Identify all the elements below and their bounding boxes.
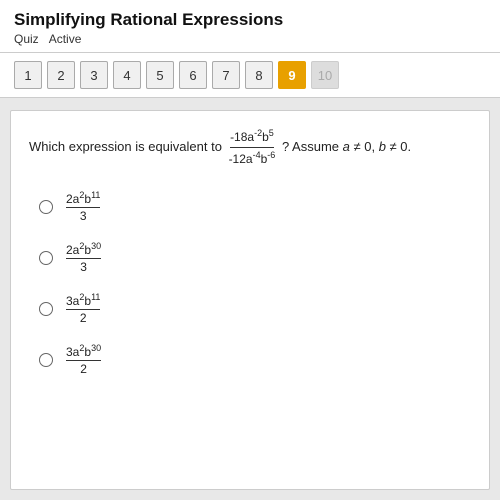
content-area: Which expression is equivalent to -18a-2… <box>10 110 490 490</box>
nav-btn-5[interactable]: 5 <box>146 61 174 89</box>
nav-btn-9[interactable]: 9 <box>278 61 306 89</box>
option-2-content: 2a2b30 3 <box>63 241 104 274</box>
prompt-before: Which expression is equivalent to <box>29 139 222 154</box>
radio-option-1[interactable] <box>39 200 53 214</box>
expression-fraction: -18a-2b5 -12a-4b-6 <box>226 139 282 154</box>
option-row-4: 3a2b30 2 <box>39 343 471 376</box>
option-row-2: 2a2b30 3 <box>39 241 471 274</box>
nav-btn-8[interactable]: 8 <box>245 61 273 89</box>
nav-btn-1[interactable]: 1 <box>14 61 42 89</box>
nav-btn-6[interactable]: 6 <box>179 61 207 89</box>
option-1-content: 2a2b11 3 <box>63 190 103 223</box>
header: Simplifying Rational Expressions Quiz Ac… <box>0 0 500 53</box>
nav-btn-4[interactable]: 4 <box>113 61 141 89</box>
nav-btn-3[interactable]: 3 <box>80 61 108 89</box>
page-title: Simplifying Rational Expressions <box>14 10 486 30</box>
option-4-content: 3a2b30 2 <box>63 343 104 376</box>
options-list: 2a2b11 3 2a2b30 3 3a2b11 2 <box>29 190 471 376</box>
quiz-label: Quiz <box>14 32 39 46</box>
radio-option-4[interactable] <box>39 353 53 367</box>
nav-btn-10: 10 <box>311 61 339 89</box>
option-3-content: 3a2b11 2 <box>63 292 103 325</box>
prompt-after: ? Assume a ≠ 0, b ≠ 0. <box>282 139 411 154</box>
radio-option-3[interactable] <box>39 302 53 316</box>
question-text: Which expression is equivalent to -18a-2… <box>29 127 471 168</box>
option-row-3: 3a2b11 2 <box>39 292 471 325</box>
nav-btn-2[interactable]: 2 <box>47 61 75 89</box>
question-nav: 1 2 3 4 5 6 7 8 9 10 <box>0 53 500 98</box>
option-row-1: 2a2b11 3 <box>39 190 471 223</box>
active-label: Active <box>49 32 82 46</box>
radio-option-2[interactable] <box>39 251 53 265</box>
nav-btn-7[interactable]: 7 <box>212 61 240 89</box>
